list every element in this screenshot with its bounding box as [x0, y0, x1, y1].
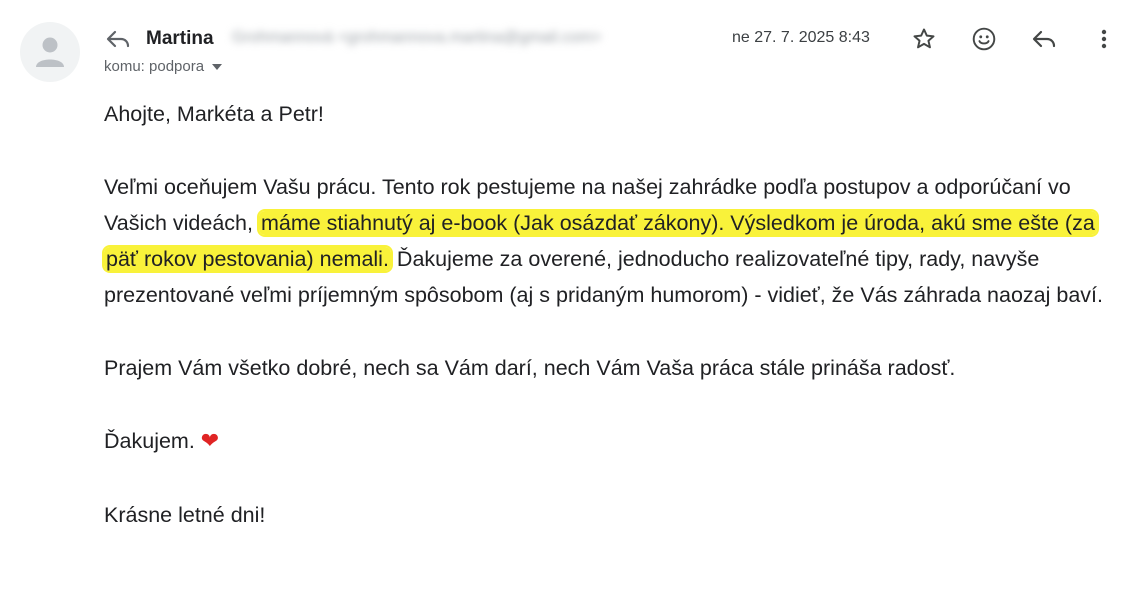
- message-header: Martina Grohmannová <grohmannova.martina…: [104, 24, 1146, 54]
- more-vert-icon: [1101, 29, 1107, 49]
- reply-indicator-icon: [104, 26, 132, 52]
- sender-email-redacted: Grohmannová <grohmannova.martina@gmail.c…: [232, 29, 602, 46]
- message-date[interactable]: ne 27. 7. 2025 8:43: [732, 29, 870, 47]
- greeting: Ahojte, Markéta a Petr!: [104, 102, 324, 126]
- star-icon: [913, 28, 935, 49]
- thanks-line: Ďakujem. ❤: [104, 423, 1124, 460]
- recipient-label: komu: podpora: [104, 58, 205, 75]
- dropdown-arrow-icon: [212, 63, 223, 70]
- sender-name[interactable]: Martina: [146, 28, 214, 50]
- reply-icon: [1032, 30, 1056, 48]
- heart-icon: ❤: [200, 429, 220, 454]
- star-button[interactable]: [906, 24, 942, 54]
- message-body: Ahojte, Markéta a Petr! Veľmi oceňujem V…: [104, 96, 1124, 570]
- reply-button[interactable]: [1026, 24, 1062, 54]
- thanks-text: Ďakujem.: [104, 429, 201, 453]
- paragraph-wishes: Prajem Vám všetko dobré, nech sa Vám dar…: [104, 356, 956, 380]
- paragraph-thanks: Veľmi oceňujem Vašu prácu. Tento rok pes…: [104, 169, 1124, 313]
- more-options-button[interactable]: [1086, 24, 1122, 54]
- recipient-details-toggle[interactable]: komu: podpora: [104, 58, 223, 75]
- closing-line: Krásne letné dni!: [104, 503, 266, 527]
- emoji-icon: [972, 27, 996, 51]
- email-message-view: Martina Grohmannová <grohmannova.martina…: [0, 0, 1146, 594]
- person-icon: [36, 37, 64, 67]
- avatar[interactable]: [20, 22, 80, 82]
- emoji-reaction-button[interactable]: [966, 24, 1002, 54]
